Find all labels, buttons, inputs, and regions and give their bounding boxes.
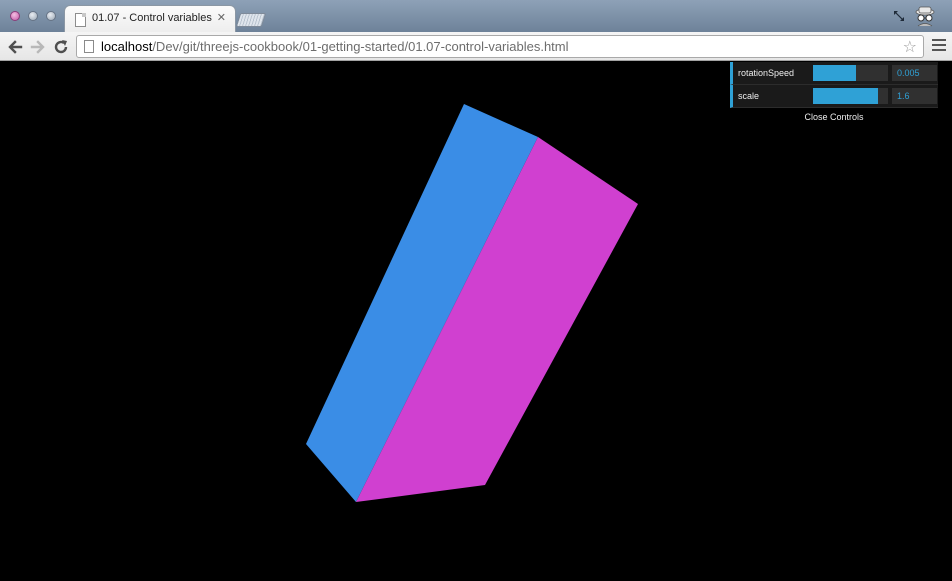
window-minimize-button[interactable] <box>28 11 38 21</box>
url-path: /Dev/git/threejs-cookbook/01-getting-sta… <box>152 39 569 54</box>
tab-close-icon[interactable]: ✕ <box>217 11 226 24</box>
star-icon[interactable]: ☆ <box>903 37 917 57</box>
resize-arrows-icon[interactable] <box>894 11 904 21</box>
incognito-icon <box>915 6 935 27</box>
webgl-canvas[interactable]: rotationSpeed 0.005 scale 1.6 Close Cont… <box>0 62 952 581</box>
rotation-speed-slider[interactable] <box>813 65 888 81</box>
page-icon <box>84 40 94 53</box>
scale-input[interactable]: 1.6 <box>892 88 937 104</box>
title-bar: 01.07 - Control variables ✕ <box>0 0 952 33</box>
close-controls-button[interactable]: Close Controls <box>730 108 938 126</box>
rotation-speed-input[interactable]: 0.005 <box>892 65 937 81</box>
url-text[interactable]: localhost/Dev/git/threejs-cookbook/01-ge… <box>101 39 569 54</box>
slider-fill <box>813 65 856 81</box>
address-bar[interactable]: localhost/Dev/git/threejs-cookbook/01-ge… <box>76 35 924 58</box>
control-row-rotation-speed: rotationSpeed 0.005 <box>730 62 938 85</box>
hamburger-menu-icon[interactable] <box>932 39 946 53</box>
reload-icon[interactable] <box>52 38 70 56</box>
control-row-scale: scale 1.6 <box>730 85 938 108</box>
window-maximize-button[interactable] <box>46 11 56 21</box>
window-close-button[interactable] <box>10 11 20 21</box>
cube-scene <box>306 104 638 502</box>
control-label: rotationSpeed <box>738 68 795 78</box>
back-arrow-icon[interactable] <box>6 38 24 56</box>
page-favicon-icon <box>75 13 86 27</box>
browser-tab[interactable]: 01.07 - Control variables ✕ <box>64 5 236 33</box>
scale-slider[interactable] <box>813 88 888 104</box>
tab-title: 01.07 - Control variables <box>92 12 212 24</box>
control-panel: rotationSpeed 0.005 scale 1.6 Close Cont… <box>730 62 938 126</box>
control-label: scale <box>738 91 760 101</box>
forward-arrow-icon[interactable] <box>29 38 47 56</box>
new-tab-button[interactable] <box>235 13 267 27</box>
browser-toolbar: localhost/Dev/git/threejs-cookbook/01-ge… <box>0 32 952 61</box>
slider-fill <box>813 88 878 104</box>
url-host: localhost <box>101 39 153 54</box>
